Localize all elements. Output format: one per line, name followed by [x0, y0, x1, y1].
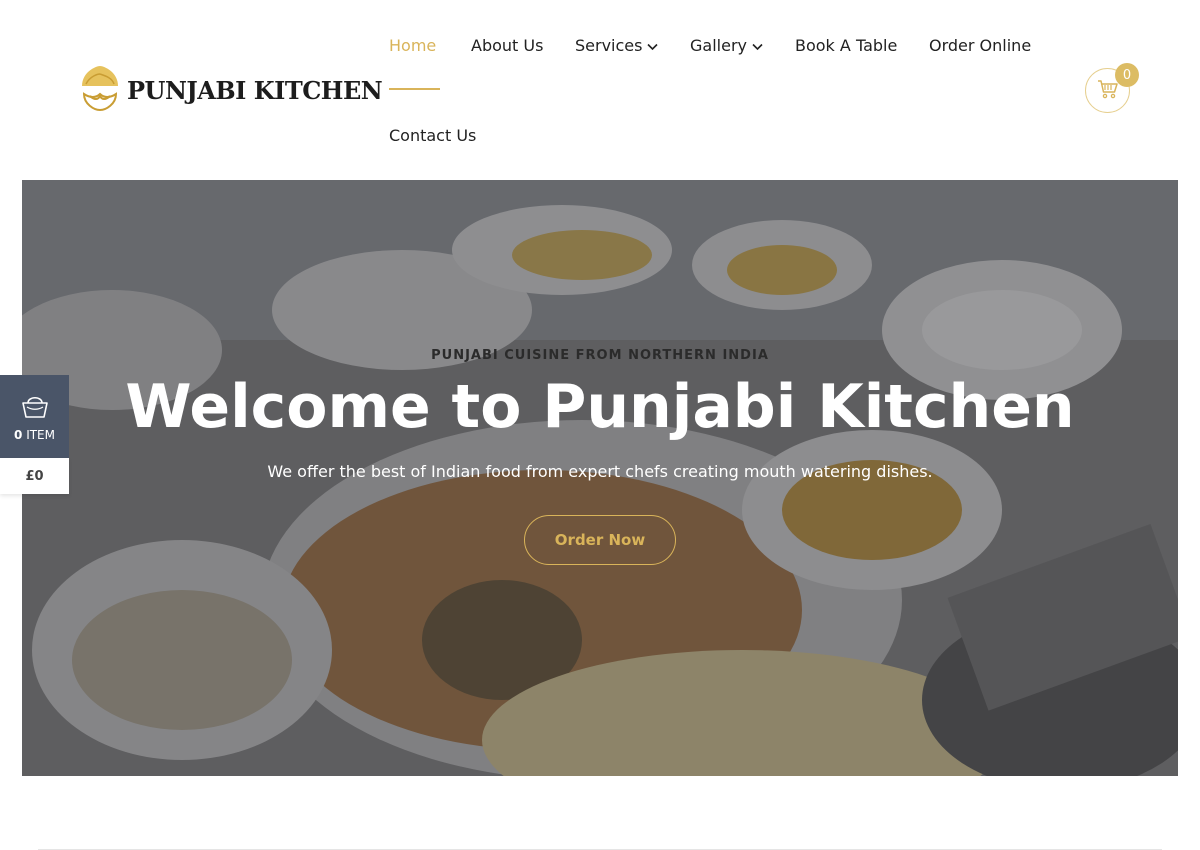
side-cart-widget[interactable]: 0 ITEM £0 [0, 375, 69, 494]
hero-subtitle: PUNJABI CUISINE FROM NORTHERN INDIA [431, 348, 769, 363]
basket-icon [20, 392, 50, 424]
chevron-down-icon [647, 36, 659, 55]
nav-home[interactable]: Home [389, 36, 436, 55]
nav-book-a-table[interactable]: Book A Table [795, 36, 897, 55]
chef-turban-logo-icon [76, 64, 124, 116]
side-cart-summary[interactable]: 0 ITEM [0, 375, 69, 458]
hero-title: Welcome to Punjabi Kitchen [125, 372, 1075, 442]
side-cart-items-label: ITEM [26, 427, 55, 442]
nav-services[interactable]: Services [575, 36, 659, 55]
order-now-button[interactable]: Order Now [524, 515, 676, 565]
nav-order-online[interactable]: Order Online [929, 36, 1031, 55]
hero-description: We offer the best of Indian food from ex… [267, 462, 933, 481]
cart-count-badge: 0 [1115, 63, 1139, 87]
nav-contact-us[interactable]: Contact Us [389, 126, 476, 145]
nav-active-underline [389, 88, 440, 90]
nav-gallery[interactable]: Gallery [690, 36, 763, 55]
cart-icon [1097, 79, 1119, 103]
nav-about-us[interactable]: About Us [471, 36, 543, 55]
logo-text: PUNJABI KITCHEN [127, 75, 383, 105]
chevron-down-icon [752, 36, 763, 55]
nav-gallery-label: Gallery [690, 36, 747, 55]
nav-services-label: Services [575, 36, 643, 55]
logo[interactable]: PUNJABI KITCHEN [76, 64, 383, 116]
side-cart-total: £0 [0, 458, 69, 494]
hero-banner: PUNJABI CUISINE FROM NORTHERN INDIA Welc… [22, 180, 1178, 776]
side-cart-count: 0 [14, 427, 23, 442]
side-cart-item-count: 0 ITEM [14, 428, 55, 442]
